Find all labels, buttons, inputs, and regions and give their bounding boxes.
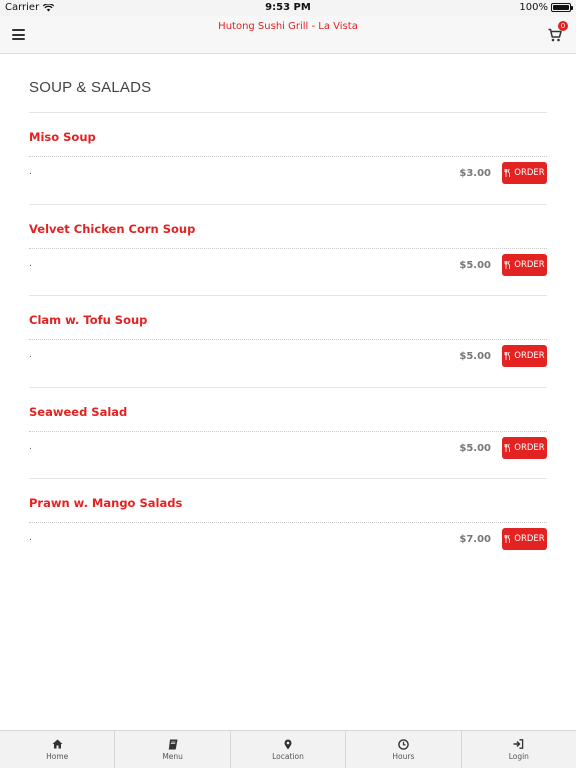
cart-count-badge: 0 xyxy=(558,21,568,31)
item-name: Velvet Chicken Corn Soup xyxy=(29,221,196,236)
item-name: Seaweed Salad xyxy=(29,404,128,419)
menu-item: Seaweed Salad . $5.00 ORDER xyxy=(29,388,547,479)
tab-label: Location xyxy=(272,752,304,761)
item-price: $5.00 xyxy=(459,259,491,271)
item-price: $7.00 xyxy=(459,534,491,545)
cutlery-icon xyxy=(504,352,511,360)
item-price: $3.00 xyxy=(459,168,491,179)
cutlery-icon xyxy=(504,260,511,269)
tab-label: Menu xyxy=(162,752,183,761)
item-name: Miso Soup xyxy=(29,130,96,144)
restaurant-title: Hutong Sushi Grill - La Vista xyxy=(218,21,358,32)
item-description: . xyxy=(29,350,32,360)
cutlery-icon xyxy=(504,535,511,543)
battery-fill xyxy=(553,5,569,10)
section-title: SOUP & SALADS xyxy=(29,79,547,113)
order-label: ORDER xyxy=(514,351,545,361)
item-name: Prawn w. Mango Salads xyxy=(29,496,183,510)
item-divider xyxy=(29,430,547,432)
order-label: ORDER xyxy=(514,442,545,453)
home-icon xyxy=(52,738,63,750)
status-time: 9:53 PM xyxy=(265,2,311,13)
item-description: . xyxy=(29,167,32,177)
menu-item: Prawn w. Mango Salads . $7.00 ORDER xyxy=(29,479,547,571)
battery-percent: 100% xyxy=(519,2,548,13)
item-divider xyxy=(29,339,547,340)
tab-location[interactable]: Location xyxy=(231,731,347,768)
status-bar: Carrier 9:53 PM 100% xyxy=(0,0,576,16)
item-price: $5.00 xyxy=(459,442,491,454)
clock-icon xyxy=(398,738,409,750)
tab-label: Hours xyxy=(392,752,415,761)
order-button[interactable]: ORDER xyxy=(502,162,547,184)
order-button[interactable]: ORDER xyxy=(502,436,547,459)
menu-item: Miso Soup . $3.00 ORDER xyxy=(29,113,547,205)
order-label: ORDER xyxy=(514,168,545,178)
menu-item: Clam w. Tofu Soup . $5.00 ORDER xyxy=(29,296,547,388)
item-description: . xyxy=(29,533,32,543)
item-divider xyxy=(29,156,547,157)
menu-item: Velvet Chicken Corn Soup . $5.00 ORDER xyxy=(29,205,547,296)
order-button[interactable]: ORDER xyxy=(502,345,547,367)
item-description: . xyxy=(29,441,32,452)
shopping-cart-icon[interactable]: 0 xyxy=(548,21,568,43)
order-label: ORDER xyxy=(514,259,545,270)
tab-label: Home xyxy=(46,752,69,761)
item-name: Clam w. Tofu Soup xyxy=(29,313,148,327)
bottom-tab-bar: Home Menu Location Hours Login xyxy=(0,730,576,768)
item-divider xyxy=(29,522,547,523)
order-button[interactable]: ORDER xyxy=(502,253,547,276)
app-header: Hutong Sushi Grill - La Vista 0 xyxy=(0,16,576,54)
order-button[interactable]: ORDER xyxy=(502,528,547,550)
menu-content: SOUP & SALADS Miso Soup . $3.00 ORDER Ve… xyxy=(29,54,547,571)
tab-login[interactable]: Login xyxy=(462,731,576,768)
item-divider xyxy=(29,247,547,249)
book-icon xyxy=(168,738,178,750)
cutlery-icon xyxy=(504,169,511,177)
item-price: $5.00 xyxy=(459,351,491,362)
tab-label: Login xyxy=(508,752,529,761)
status-right: 100% xyxy=(519,2,573,13)
tab-menu[interactable]: Menu xyxy=(115,731,231,768)
login-icon xyxy=(513,738,524,750)
map-pin-icon xyxy=(284,738,292,750)
order-label: ORDER xyxy=(514,534,545,544)
cutlery-icon xyxy=(504,443,511,452)
tab-hours[interactable]: Hours xyxy=(346,731,462,768)
item-description: . xyxy=(29,258,32,269)
tab-home[interactable]: Home xyxy=(0,731,116,768)
battery-icon xyxy=(551,3,573,12)
